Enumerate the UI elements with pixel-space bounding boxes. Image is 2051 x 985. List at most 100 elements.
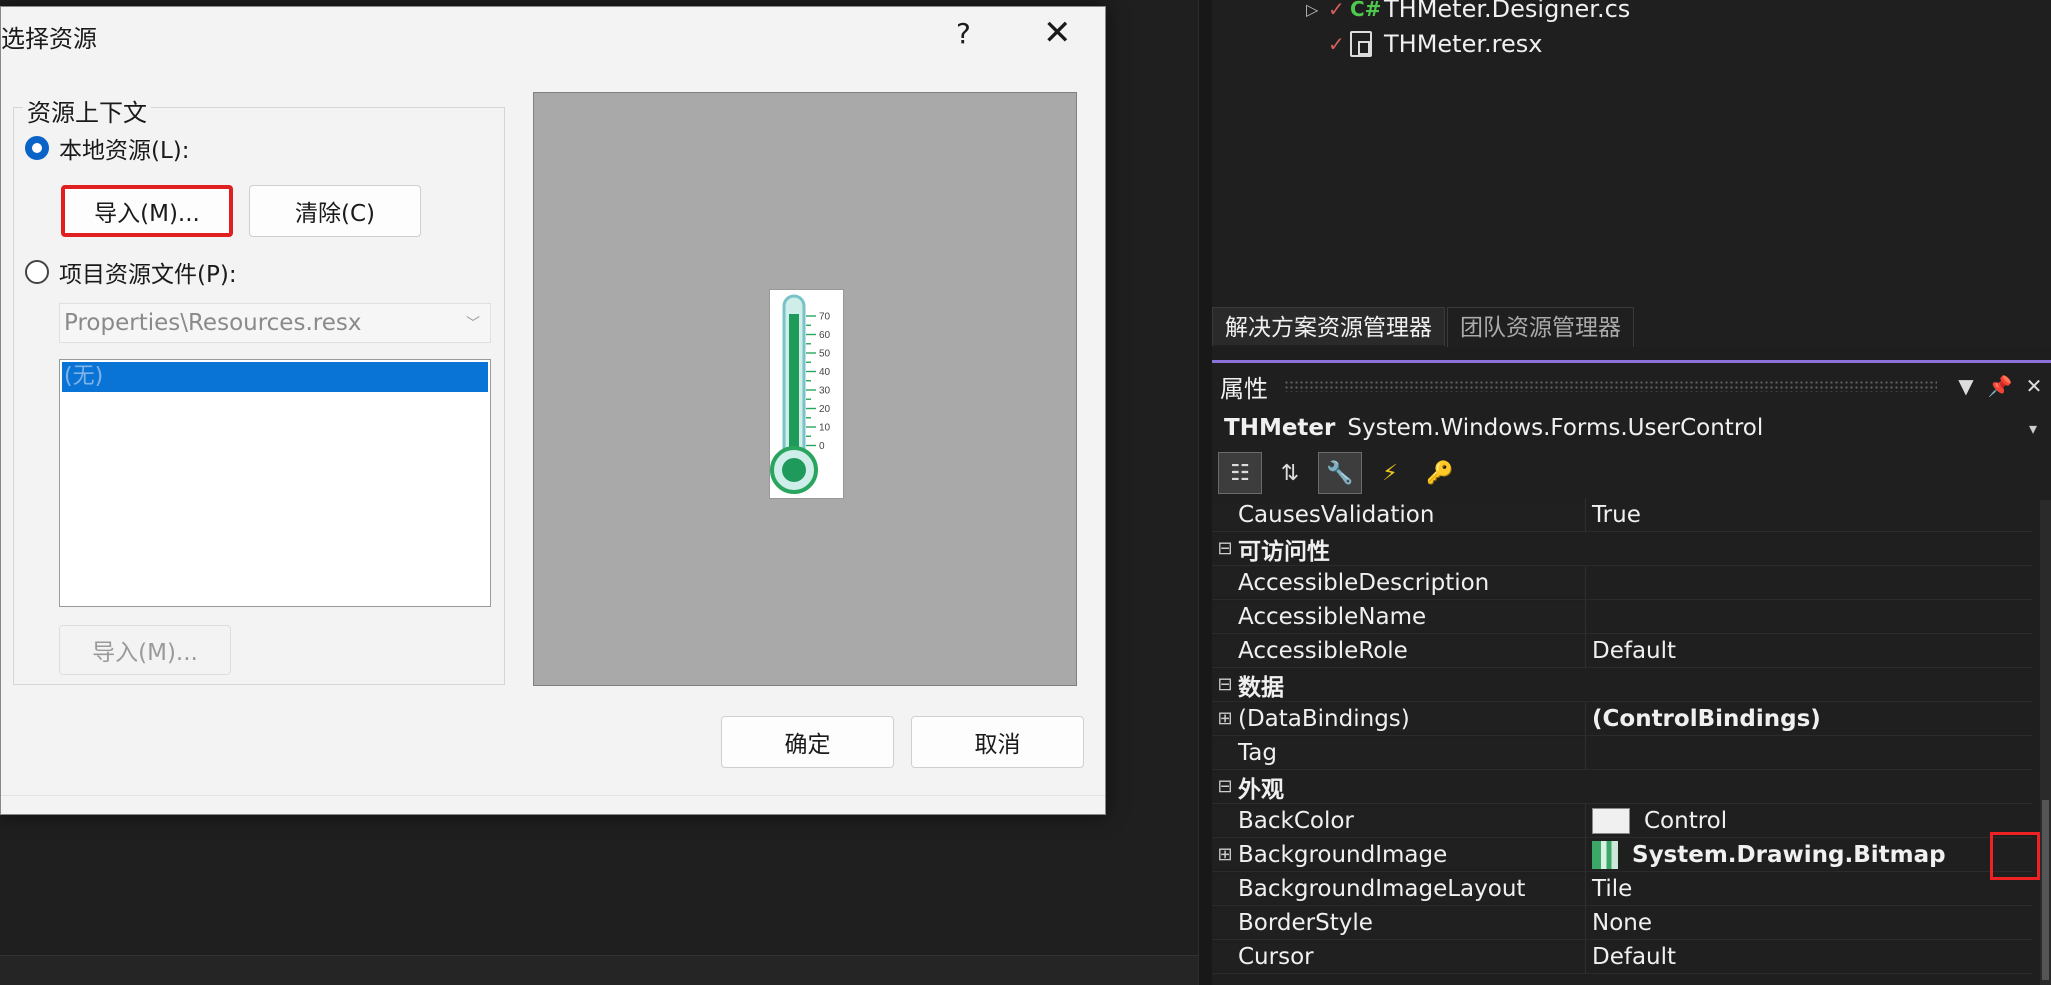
property-row[interactable]: BackgroundImageLayout Tile: [1212, 871, 2032, 906]
collapse-minus-icon[interactable]: ⊟: [1212, 674, 1238, 695]
thermometer-scale-label: 10: [819, 423, 831, 434]
tab-team-explorer[interactable]: 团队资源管理器: [1447, 307, 1634, 347]
thermometer-scale-label: 60: [819, 330, 831, 341]
categorized-icon[interactable]: ☷: [1218, 452, 1262, 494]
property-value[interactable]: Tile: [1585, 871, 2032, 906]
close-icon[interactable]: ✕: [1043, 13, 1072, 53]
property-value-text: Tile: [1592, 875, 1633, 902]
radio-label: 本地资源(L):: [59, 138, 190, 164]
list-item[interactable]: (无): [62, 362, 488, 392]
object-selector[interactable]: THMeter System.Windows.Forms.UserControl…: [1212, 408, 2051, 448]
csharp-file-icon: C#: [1350, 0, 1382, 21]
property-name: AccessibleName: [1212, 603, 1585, 630]
scrollbar-thumb[interactable]: [2042, 800, 2049, 980]
radio-local-resource[interactable]: 本地资源(L):: [25, 131, 190, 165]
property-value-text: True: [1592, 501, 1641, 528]
dropdown-arrow-icon[interactable]: ▼: [1949, 374, 1983, 398]
help-icon[interactable]: ?: [956, 17, 971, 50]
select-resource-dialog: 选择资源 ? ✕ 资源上下文 本地资源(L): 导入(M)... 清除(C) 项…: [0, 6, 1106, 815]
resource-list[interactable]: (无): [59, 359, 491, 607]
radio-project-resource[interactable]: 项目资源文件(P):: [25, 255, 237, 289]
property-row[interactable]: Cursor Default: [1212, 939, 2032, 974]
thermometer-scale-label: 30: [819, 386, 831, 397]
alphabetical-sort-icon[interactable]: ⇅: [1268, 452, 1312, 494]
clear-button[interactable]: 清除(C): [249, 185, 421, 237]
radio-dot-icon[interactable]: [25, 136, 49, 160]
expand-plus-icon[interactable]: ⊞: [1212, 844, 1238, 865]
property-row[interactable]: Tag: [1212, 735, 2032, 770]
property-value[interactable]: None: [1585, 905, 2032, 940]
property-row[interactable]: BackColor Control: [1212, 803, 2032, 838]
import-button[interactable]: 导入(M)...: [61, 185, 233, 237]
pin-icon[interactable]: 📌: [1983, 374, 2017, 398]
property-value[interactable]: [1585, 735, 2032, 770]
property-name: (DataBindings): [1212, 705, 1585, 732]
property-name: BackgroundImageLayout: [1212, 875, 1585, 902]
thermometer-icon: 70 60 50 40 30 20 10 0: [770, 294, 831, 494]
property-name: Tag: [1212, 739, 1585, 766]
resource-file-icon: [1350, 31, 1372, 57]
property-row[interactable]: BorderStyle None: [1212, 905, 2032, 940]
property-name: BackColor: [1212, 807, 1585, 834]
property-pages-key-icon[interactable]: 🔑: [1418, 452, 1462, 494]
events-lightning-icon[interactable]: ⚡: [1368, 452, 1412, 494]
thermometer-scale-label: 0: [819, 441, 825, 452]
property-value-text: System.Drawing.Bitmap: [1632, 841, 1946, 868]
expand-arrow-icon[interactable]: ▷: [1306, 0, 1328, 19]
property-name: BorderStyle: [1212, 909, 1585, 936]
ide-splitter[interactable]: [1198, 0, 1212, 985]
expand-plus-icon[interactable]: ⊞: [1212, 708, 1238, 729]
cancel-button[interactable]: 取消: [911, 716, 1084, 768]
ok-button[interactable]: 确定: [721, 716, 894, 768]
property-value[interactable]: Default: [1585, 939, 2032, 974]
property-row[interactable]: CausesValidation True: [1212, 497, 2032, 532]
solution-explorer: ▷ ✓ C# THMeter.Designer.cs ✓ THMeter.res…: [1212, 0, 2051, 310]
property-value-text: Default: [1592, 637, 1677, 664]
properties-panel: 属性 ▼ 📌 ✕ THMeter System.Windows.Forms.Us…: [1212, 360, 2051, 985]
property-value[interactable]: [1585, 565, 2032, 600]
property-value[interactable]: [1585, 599, 2032, 634]
radio-label: 项目资源文件(P):: [59, 262, 237, 288]
property-row[interactable]: AccessibleName: [1212, 599, 2032, 634]
checkmark-icon: ✓: [1328, 0, 1345, 21]
properties-title: 属性: [1220, 374, 1268, 403]
resource-file-select[interactable]: Properties\Resources.resx ﹀: [59, 303, 491, 343]
chevron-down-icon[interactable]: ﹀: [466, 313, 480, 333]
properties-icon[interactable]: 🔧: [1318, 452, 1362, 494]
property-category[interactable]: ⊟ 可访问性: [1212, 532, 2032, 566]
collapse-minus-icon[interactable]: ⊟: [1212, 538, 1238, 559]
properties-toolbar: ☷ ⇅ 🔧 ⚡ 🔑: [1212, 450, 2051, 496]
tree-item-designer-cs[interactable]: ▷ ✓ C# THMeter.Designer.cs: [1306, 0, 1630, 26]
tree-item-resx[interactable]: ✓ THMeter.resx: [1328, 27, 1542, 61]
properties-titlebar: 属性 ▼ 📌 ✕: [1212, 366, 2051, 406]
highlight-box-ellipsis-button[interactable]: [1990, 832, 2040, 880]
chevron-down-icon[interactable]: ▾: [2029, 419, 2037, 438]
ide-lower-strip: [0, 955, 1198, 985]
property-value[interactable]: Control: [1585, 803, 2032, 838]
explorer-tabs: 解决方案资源管理器 团队资源管理器: [1212, 307, 2051, 347]
drag-grip[interactable]: [1284, 380, 1937, 392]
property-category[interactable]: ⊟ 外观: [1212, 770, 2032, 804]
property-name: AccessibleDescription: [1212, 569, 1585, 596]
properties-scrollbar[interactable]: [2040, 500, 2051, 985]
collapse-minus-icon[interactable]: ⊟: [1212, 776, 1238, 797]
property-value[interactable]: System.Drawing.Bitmap: [1585, 837, 2032, 872]
property-row[interactable]: AccessibleRole Default: [1212, 633, 2032, 668]
property-value[interactable]: Default: [1585, 633, 2032, 668]
property-row[interactable]: ⊞ BackgroundImage System.Drawing.Bitmap: [1212, 837, 2032, 872]
property-row[interactable]: ⊞ (DataBindings) (ControlBindings): [1212, 701, 2032, 736]
property-value-text: None: [1592, 909, 1653, 936]
tree-item-label: THMeter.resx: [1384, 30, 1543, 58]
property-row[interactable]: AccessibleDescription: [1212, 565, 2032, 600]
dialog-title: 选择资源: [1, 25, 97, 53]
thermometer-scale-label: 50: [819, 349, 831, 360]
radio-dot-icon[interactable]: [25, 260, 49, 284]
property-value[interactable]: True: [1585, 497, 2032, 532]
property-value-text: Control: [1644, 807, 1728, 834]
color-swatch: [1592, 808, 1630, 834]
property-category[interactable]: ⊟ 数据: [1212, 668, 2032, 702]
tab-solution-explorer[interactable]: 解决方案资源管理器: [1212, 307, 1445, 347]
property-value[interactable]: (ControlBindings): [1585, 701, 2032, 736]
object-name: THMeter: [1224, 415, 1336, 441]
close-icon[interactable]: ✕: [2017, 374, 2051, 398]
